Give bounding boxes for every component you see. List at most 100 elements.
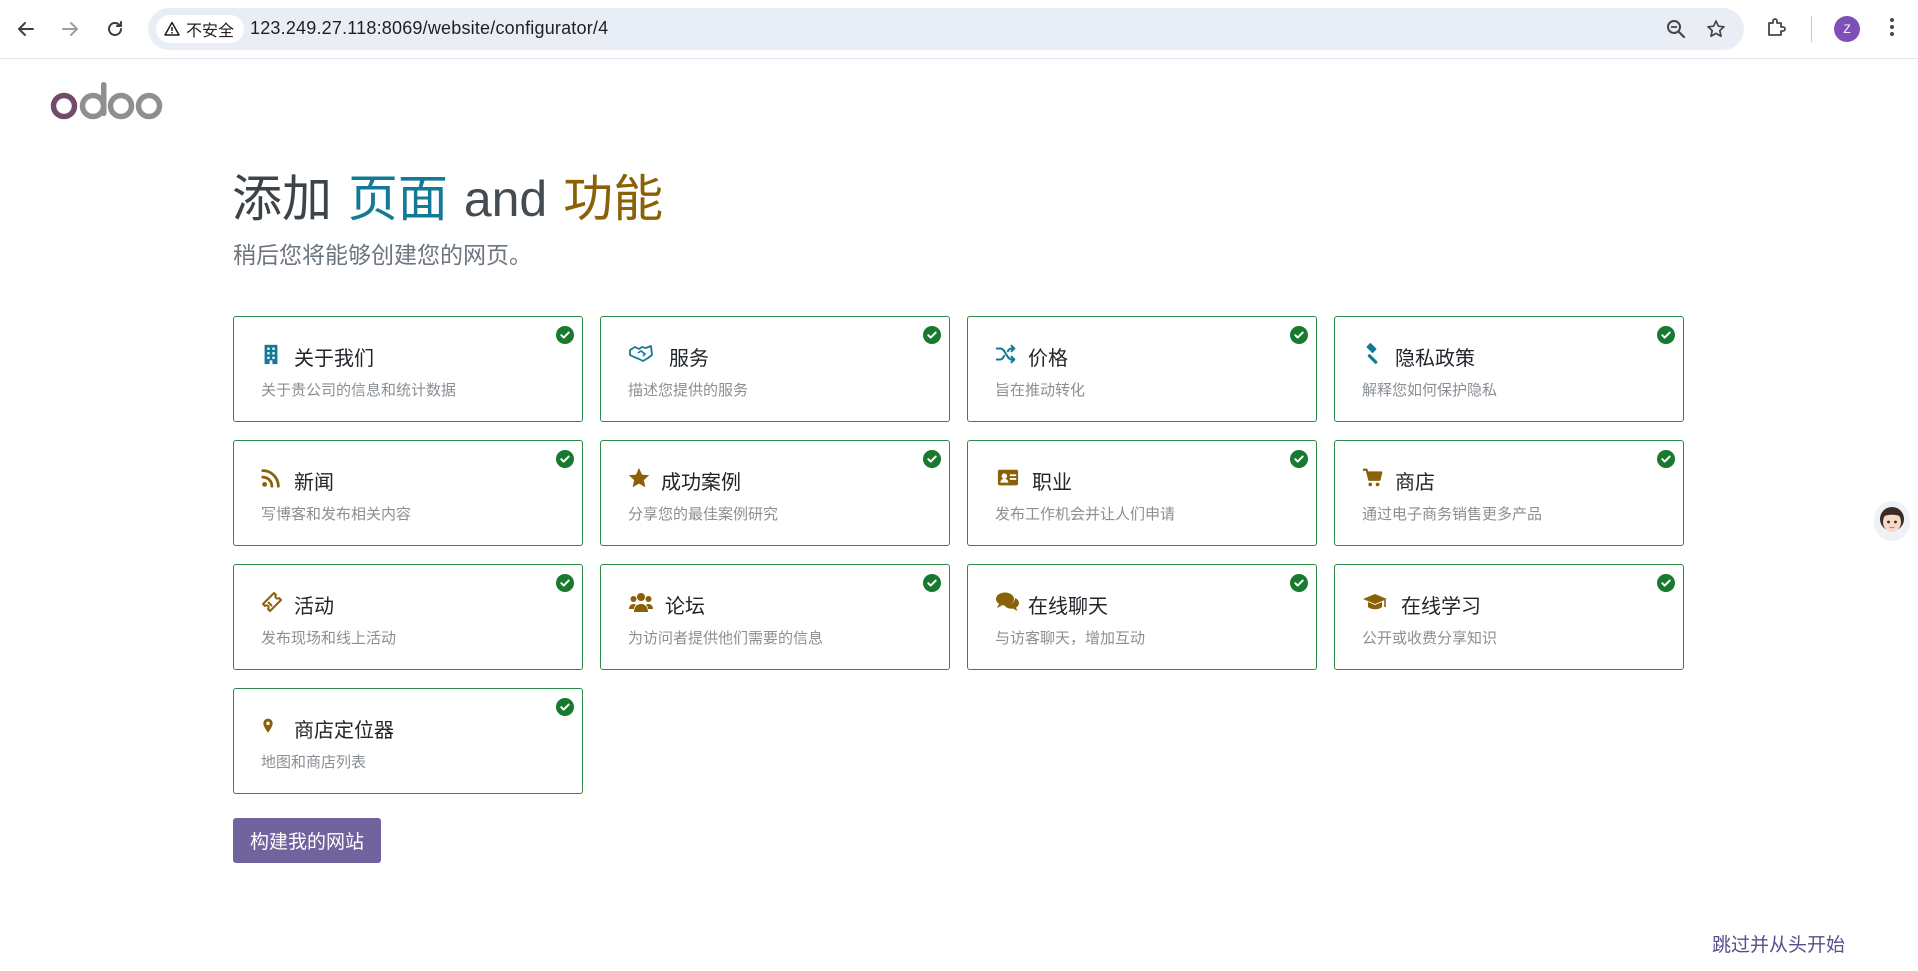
check-circle-icon <box>556 574 574 592</box>
feature-description: 为访问者提供他们需要的信息 <box>628 629 824 647</box>
map-marker-icon <box>260 713 288 739</box>
title-prefix: 添加 <box>232 170 332 228</box>
more-vertical-icon <box>1890 18 1894 36</box>
odoo-logo-icon <box>50 82 163 120</box>
id-card-icon <box>994 465 1022 491</box>
feature-card[interactable]: 商店定位器地图和商店列表 <box>233 688 583 794</box>
puzzle-icon <box>1768 18 1786 36</box>
shopping-cart-icon <box>1361 465 1389 491</box>
check-circle-icon <box>556 326 574 344</box>
feature-description: 通过电子商务销售更多产品 <box>1362 505 1543 523</box>
arrow-left-icon <box>18 22 34 36</box>
zoom-icon <box>1667 20 1686 39</box>
feature-title: 活动 <box>294 594 334 618</box>
feature-title: 服务 <box>669 346 709 370</box>
rss-icon <box>260 465 288 491</box>
check-circle-icon <box>923 574 941 592</box>
feature-description: 关于贵公司的信息和统计数据 <box>261 381 457 399</box>
feature-description: 发布现场和线上活动 <box>261 629 397 647</box>
feature-card[interactable]: 在线聊天与访客聊天，增加互动 <box>967 564 1317 670</box>
arrow-right-icon <box>62 22 78 36</box>
feature-description: 旨在推动转化 <box>995 381 1086 399</box>
check-circle-icon <box>1657 574 1675 592</box>
toolbar-divider <box>1811 16 1812 42</box>
page-subtitle: 稍后您将能够创建您的网页。 <box>233 243 532 269</box>
page-title: 添加 页面 and 功能 <box>232 170 663 228</box>
zoom-button[interactable] <box>1664 17 1688 41</box>
feature-description: 分享您的最佳案例研究 <box>628 505 779 523</box>
check-circle-icon <box>1657 326 1675 344</box>
graduation-cap-icon <box>1361 589 1389 615</box>
security-label: 不安全 <box>186 21 235 40</box>
feature-card[interactable]: 论坛为访问者提供他们需要的信息 <box>600 564 950 670</box>
feature-card[interactable]: 职业发布工作机会并让人们申请 <box>967 440 1317 546</box>
feature-card[interactable]: 在线学习公开或收费分享知识 <box>1334 564 1684 670</box>
assistant-face-icon <box>1880 507 1904 532</box>
skip-and-start-link[interactable]: 跳过并从头开始 <box>1712 930 1845 957</box>
title-and-word: and <box>463 171 548 227</box>
check-circle-icon <box>923 450 941 468</box>
feature-title: 价格 <box>1028 346 1068 370</box>
feature-card[interactable]: 隐私政策解释您如何保护隐私 <box>1334 316 1684 422</box>
check-circle-icon <box>1290 326 1308 344</box>
feature-card[interactable]: 服务描述您提供的服务 <box>600 316 950 422</box>
feature-description: 描述您提供的服务 <box>628 381 749 399</box>
handshake-icon <box>627 341 655 367</box>
feature-title: 新闻 <box>294 470 334 494</box>
feature-title: 隐私政策 <box>1395 346 1475 370</box>
warning-icon <box>164 21 180 36</box>
bookmark-button[interactable] <box>1704 17 1728 41</box>
reload-button[interactable] <box>99 13 131 45</box>
back-button[interactable] <box>10 13 42 45</box>
browser-menu-button[interactable] <box>1880 15 1904 43</box>
odoo-logo <box>50 82 165 128</box>
build-website-button[interactable]: 构建我的网站 <box>233 818 381 863</box>
feature-card[interactable]: 活动发布现场和线上活动 <box>233 564 583 670</box>
feature-card[interactable]: 成功案例分享您的最佳案例研究 <box>600 440 950 546</box>
feature-description: 地图和商店列表 <box>261 753 367 771</box>
feature-card[interactable]: 价格旨在推动转化 <box>967 316 1317 422</box>
building-icon <box>260 341 288 367</box>
feature-title: 商店定位器 <box>294 718 394 742</box>
forward-button[interactable] <box>54 13 86 45</box>
browser-toolbar: 不安全 123.249.27.118:8069/website/configur… <box>0 0 1918 59</box>
feature-title: 商店 <box>1395 470 1435 494</box>
feature-description: 公开或收费分享知识 <box>1362 629 1498 647</box>
users-icon <box>627 589 655 615</box>
ticket-icon <box>260 589 288 615</box>
check-circle-icon <box>556 450 574 468</box>
extensions-button[interactable] <box>1765 15 1789 43</box>
shuffle-icon <box>994 341 1022 367</box>
check-circle-icon <box>1290 574 1308 592</box>
check-circle-icon <box>923 326 941 344</box>
star-icon <box>627 465 655 491</box>
title-pages-word: 页面 <box>347 170 448 228</box>
feature-description: 写博客和发布相关内容 <box>261 505 412 523</box>
feature-title: 在线聊天 <box>1028 594 1108 618</box>
reload-icon <box>108 21 122 36</box>
feature-card[interactable]: 商店通过电子商务销售更多产品 <box>1334 440 1684 546</box>
url-text[interactable]: 123.249.27.118:8069/website/configurator… <box>250 18 608 39</box>
feature-card[interactable]: 新闻写博客和发布相关内容 <box>233 440 583 546</box>
profile-avatar[interactable]: Z <box>1834 16 1860 42</box>
check-circle-icon <box>1657 450 1675 468</box>
feature-title: 在线学习 <box>1401 594 1481 618</box>
title-features-word: 功能 <box>563 170 664 228</box>
check-circle-icon <box>556 698 574 716</box>
feature-description: 与访客聊天，增加互动 <box>995 629 1146 647</box>
feature-grid: 关于我们 关于贵公司的信息和统计数据 服务 描述您提供的服务 价格 旨在推动转化 隐私政策解… <box>233 316 1684 794</box>
feature-description: 发布工作机会并让人们申请 <box>995 505 1176 523</box>
star-outline-icon <box>1707 20 1725 38</box>
assistant-avatar[interactable] <box>1874 501 1910 541</box>
gavel-icon <box>1361 341 1389 367</box>
address-bar[interactable]: 不安全 123.249.27.118:8069/website/configur… <box>148 8 1744 50</box>
feature-title: 职业 <box>1032 470 1072 494</box>
check-circle-icon <box>1290 450 1308 468</box>
feature-card[interactable]: 关于我们关于贵公司的信息和统计数据 <box>233 316 583 422</box>
feature-title: 成功案例 <box>661 470 741 494</box>
comments-icon <box>994 589 1022 615</box>
feature-description: 解释您如何保护隐私 <box>1362 381 1498 399</box>
feature-title: 关于我们 <box>294 346 374 370</box>
feature-title: 论坛 <box>665 594 705 618</box>
security-indicator[interactable]: 不安全 <box>156 15 245 43</box>
